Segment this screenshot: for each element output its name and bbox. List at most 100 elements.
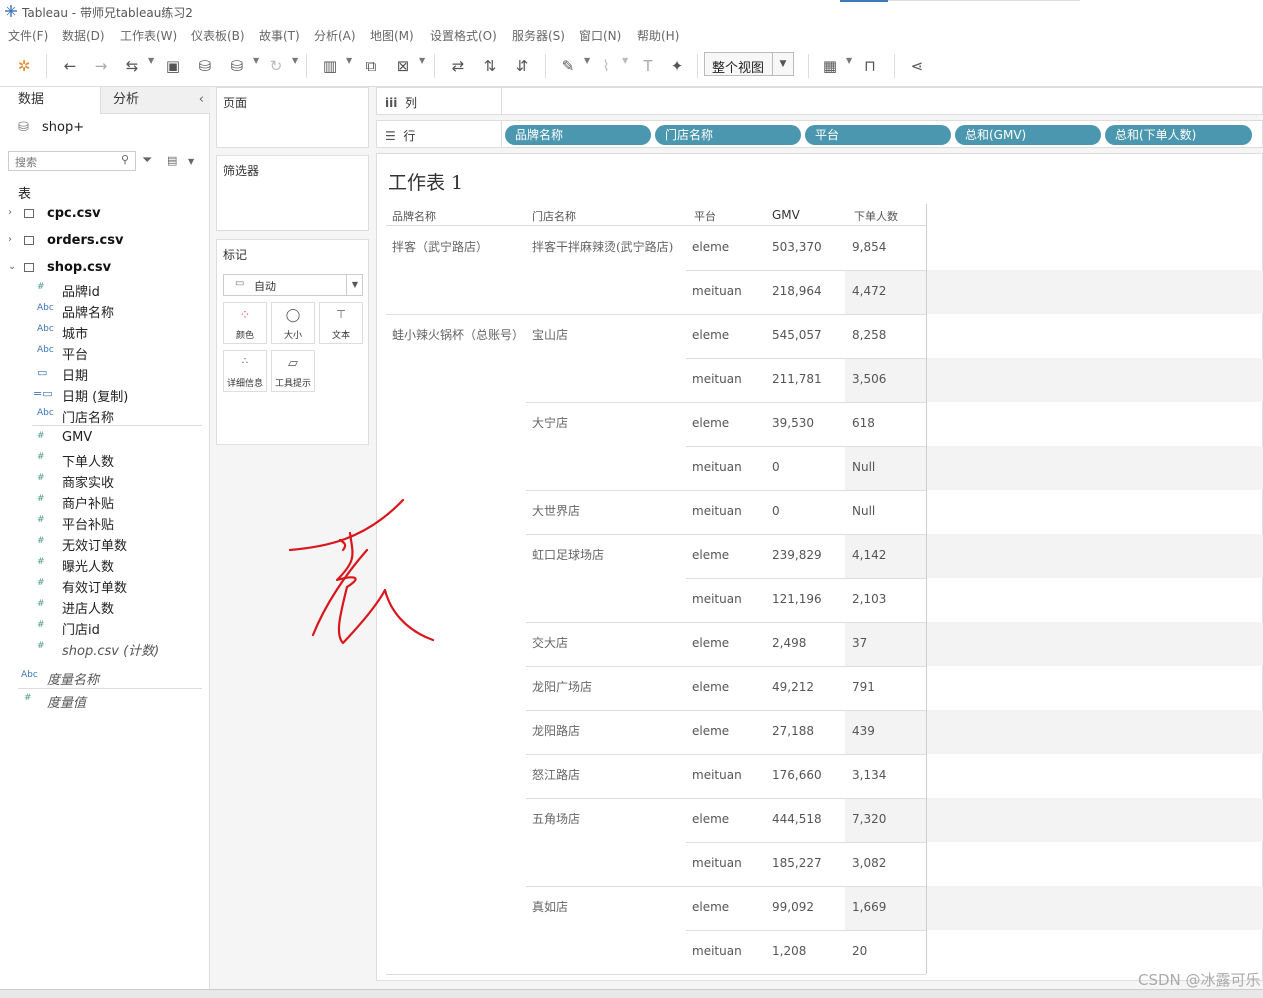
row-pill-platform[interactable]: 平台 — [805, 125, 951, 145]
show-labels-icon[interactable]: T — [636, 54, 660, 78]
text-button[interactable]: ⊤ 文本 — [319, 302, 363, 344]
show-me-dropdown-icon[interactable]: ▼ — [846, 56, 852, 65]
row-pill-brand[interactable]: 品牌名称 — [505, 125, 651, 145]
row-pill-sum-orders[interactable]: 总和(下单人数) — [1105, 125, 1252, 145]
swap-icon[interactable]: ⇆ — [120, 54, 144, 78]
menu-file[interactable]: 文件(F) — [8, 27, 48, 44]
refresh-dropdown-icon[interactable]: ▼ — [292, 56, 298, 65]
alt-row-band — [845, 270, 1263, 314]
new-worksheet-icon[interactable]: ▥ — [318, 54, 342, 78]
datasource-item[interactable]: ⛁ shop+ — [18, 119, 198, 139]
menu-worksheet[interactable]: 工作表(W) — [120, 27, 177, 44]
highlight-icon[interactable]: ✎ — [556, 54, 580, 78]
filter-icon[interactable]: ⏷ — [142, 153, 152, 168]
refresh-icon[interactable]: ↻ — [264, 54, 288, 78]
field-item[interactable]: # 品牌id — [0, 279, 209, 300]
field-item[interactable]: # shop.csv (计数) — [0, 638, 209, 659]
rows-shelf[interactable]: ☰ 行 品牌名称 门店名称 平台 总和(GMV) 总和(下单人数) — [376, 120, 1263, 148]
field-item[interactable]: # 下单人数 — [0, 449, 209, 470]
tab-data[interactable]: 数据 — [0, 87, 100, 113]
tab-analysis[interactable]: 分析 ‹ — [100, 87, 210, 114]
row-divider — [386, 314, 926, 315]
undo-icon[interactable]: ← — [58, 54, 82, 78]
presentation-mode-icon[interactable]: ⊓ — [858, 54, 882, 78]
search-input[interactable] — [13, 153, 117, 171]
field-item[interactable]: # 进店人数 — [0, 596, 209, 617]
search-icon[interactable]: ⚲ — [121, 153, 129, 166]
swap-rows-columns-icon[interactable]: ⇄ — [446, 54, 470, 78]
field-item[interactable]: # 商户补贴 — [0, 491, 209, 512]
menu-window[interactable]: 窗口(N) — [579, 27, 621, 44]
table-item[interactable]: › orders.csv — [0, 230, 209, 254]
field-item[interactable]: ▭ 日期 — [0, 363, 209, 384]
swap-dropdown-icon[interactable]: ▼ — [148, 56, 154, 65]
chevron-down-icon[interactable]: ▼ — [346, 275, 363, 295]
field-item[interactable]: Abc 度量名称 — [0, 667, 209, 688]
group-dropdown-icon[interactable]: ▼ — [622, 56, 628, 65]
columns-label: 列 — [404, 96, 417, 110]
menu-help[interactable]: 帮助(H) — [637, 27, 679, 44]
color-button[interactable]: ⁘ 颜色 — [223, 302, 267, 344]
string-type-icon: Abc — [37, 345, 54, 355]
field-item[interactable]: Abc 品牌名称 — [0, 300, 209, 321]
view-dropdown-icon[interactable]: ▼ — [188, 157, 194, 166]
menu-data[interactable]: 数据(D) — [62, 27, 105, 44]
clear-dropdown-icon[interactable]: ▼ — [419, 56, 425, 65]
columns-shelf[interactable]: iii 列 — [376, 87, 1263, 115]
field-item[interactable]: # GMV — [0, 428, 209, 449]
duplicate-sheet-icon[interactable]: ⧉ — [359, 54, 383, 78]
pin-icon[interactable]: ✦ — [665, 54, 689, 78]
list-view-icon[interactable]: ▤ — [167, 154, 177, 167]
row-pill-store[interactable]: 门店名称 — [655, 125, 801, 145]
row-pill-sum-gmv[interactable]: 总和(GMV) — [955, 125, 1101, 145]
field-item[interactable]: # 曝光人数 — [0, 554, 209, 575]
clear-sheet-icon[interactable]: ⊠ — [391, 54, 415, 78]
pause-updates-icon[interactable]: ⛁ — [225, 54, 249, 78]
sort-ascending-icon[interactable]: ⇅ — [478, 54, 502, 78]
field-item[interactable]: Abc 门店名称 — [0, 405, 209, 426]
table-item[interactable]: › cpc.csv — [0, 203, 209, 227]
filters-card[interactable]: 筛选器 — [216, 155, 369, 231]
new-worksheet-dropdown-icon[interactable]: ▼ — [346, 56, 352, 65]
field-item[interactable]: # 有效订单数 — [0, 575, 209, 596]
size-button[interactable]: ◯ 大小 — [271, 302, 315, 344]
chevron-right-icon[interactable]: › — [8, 234, 12, 245]
tableau-home-icon[interactable]: ✲ — [12, 54, 36, 78]
chevron-right-icon[interactable]: › — [8, 207, 12, 218]
menu-analysis[interactable]: 分析(A) — [314, 27, 356, 44]
chevron-down-icon[interactable]: ▼ — [772, 53, 793, 75]
field-item[interactable]: # 门店id — [0, 617, 209, 638]
chevron-down-icon[interactable]: ⌄ — [8, 261, 16, 272]
detail-button[interactable]: ∴ 详细信息 — [223, 350, 267, 392]
group-members-icon[interactable]: ⌇ — [594, 54, 618, 78]
save-icon[interactable]: ▣ — [161, 54, 185, 78]
new-datasource-icon[interactable]: ⛁ — [193, 54, 217, 78]
field-item[interactable]: # 平台补贴 — [0, 512, 209, 533]
field-item[interactable]: Abc 平台 — [0, 342, 209, 363]
menu-story[interactable]: 故事(T) — [259, 27, 300, 44]
field-item[interactable]: # 无效订单数 — [0, 533, 209, 554]
show-me-icon[interactable]: ▦ — [818, 54, 842, 78]
toolbar-separator — [894, 54, 895, 78]
field-item[interactable]: Abc 城市 — [0, 321, 209, 342]
table-item[interactable]: ⌄ shop.csv — [0, 257, 209, 281]
tooltip-button[interactable]: ▱ 工具提示 — [271, 350, 315, 392]
redo-icon[interactable]: → — [89, 54, 113, 78]
highlight-dropdown-icon[interactable]: ▼ — [584, 56, 590, 65]
gmv-cell: 218,964 — [772, 284, 822, 298]
sort-descending-icon[interactable]: ⇵ — [510, 54, 534, 78]
menu-format[interactable]: 设置格式(O) — [430, 27, 497, 44]
field-item[interactable]: # 度量值 — [0, 690, 209, 711]
share-icon[interactable]: ⋖ — [905, 54, 929, 78]
collapse-pane-icon[interactable]: ‹ — [199, 87, 204, 113]
toolbar-separator — [306, 54, 307, 78]
field-item[interactable]: =▭ 日期 (复制) — [0, 384, 209, 405]
menu-map[interactable]: 地图(M) — [370, 27, 414, 44]
pages-card[interactable]: 页面 — [216, 87, 369, 148]
fit-view-select[interactable]: 整个视图 ▼ — [704, 52, 794, 76]
datasource-dropdown-icon[interactable]: ▼ — [253, 56, 259, 65]
menu-dashboard[interactable]: 仪表板(B) — [191, 27, 245, 44]
field-item[interactable]: # 商家实收 — [0, 470, 209, 491]
menu-server[interactable]: 服务器(S) — [512, 27, 565, 44]
mark-type-select[interactable]: ▭ 自动 ▼ — [223, 274, 363, 296]
